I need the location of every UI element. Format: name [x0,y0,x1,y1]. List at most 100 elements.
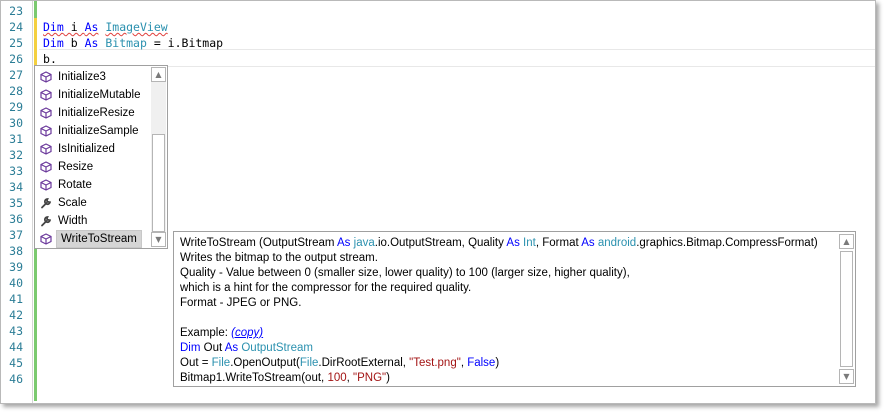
scroll-up-button[interactable]: ▲ [839,234,854,249]
example-keyword: False [467,357,496,369]
autocomplete-item-label: WriteToStream [56,230,142,248]
example-text: Out = [180,357,212,369]
autocomplete-item[interactable]: WriteToStream [36,230,152,248]
method-cube-icon [40,71,52,83]
code-line-25[interactable]: Dim b As Bitmap = i.Bitmap [43,35,223,51]
type-name: ImageView [105,20,168,34]
autocomplete-item-label: Resize [58,161,94,173]
scroll-up-button[interactable]: ▲ [151,67,166,82]
method-cube-icon [40,125,52,137]
keyword-dim: Dim [43,20,64,34]
wrench-icon [40,197,52,209]
line-number: 45 [9,356,23,370]
method-signature: WriteToStream (OutputStream As java.io.O… [180,236,818,251]
signature-keyword: As [581,237,595,249]
line-number: 46 [9,372,23,386]
variable-name: b [63,36,85,50]
line-number: 44 [9,340,23,354]
line-number: 26 [9,52,23,66]
signature-type: java [353,237,375,249]
code-editor-window: 23 24 25 26 27 28 29 30 31 32 33 34 35 3… [0,0,876,404]
autocomplete-item-label: Initialize3 [58,71,106,83]
line-number: 38 [9,244,23,258]
autocomplete-item-label: InitializeSample [58,125,139,137]
documentation-tooltip: WriteToStream (OutputStream As java.io.O… [173,231,856,387]
method-cube-icon [40,179,52,191]
line-number: 30 [9,116,23,130]
line-number: 25 [9,36,23,50]
line-number: 32 [9,148,23,162]
signature-type: android [597,237,637,249]
autocomplete-item[interactable]: IsInitialized [36,140,152,158]
method-cube-icon [40,107,52,119]
saved-change-bar [34,1,37,18]
signature-keyword: As [506,237,520,249]
signature-type: Int [523,237,536,249]
autocomplete-item[interactable]: Resize [36,158,152,176]
example-string: "PNG" [353,372,387,384]
example-keyword: As [224,342,239,354]
variable-name: i [63,20,85,34]
line-number: 43 [9,324,23,338]
line-number: 27 [9,68,23,82]
autocomplete-item-label: InitializeResize [58,107,135,119]
unsaved-change-bar [34,18,37,66]
scroll-down-button[interactable]: ▼ [839,369,854,384]
keyword-as: As [84,36,99,50]
copy-example-link[interactable]: (copy) [231,327,263,339]
example-line-2: Out = File.OpenOutput(File.DirRootExtern… [180,356,499,371]
gutter-separator [32,1,33,403]
line-number: 40 [9,276,23,290]
autocomplete-item[interactable]: InitializeMutable [36,86,152,104]
signature-text: .io.OutputStream, Quality [374,237,507,249]
example-line-1: Dim Out As OutputStream [180,341,313,356]
scrollbar-thumb[interactable] [840,251,853,367]
autocomplete-item[interactable]: InitializeResize [36,104,152,122]
line-number: 28 [9,84,23,98]
line-number: 23 [9,4,23,18]
line-number: 39 [9,260,23,274]
autocomplete-item-label: Width [58,215,88,227]
scroll-down-button[interactable]: ▼ [151,232,166,247]
example-header: Example: (copy) [180,326,263,341]
autocomplete-item[interactable]: InitializeSample [36,122,152,140]
example-text: ) [495,357,500,369]
signature-text: , Format [535,237,582,249]
code-line-24[interactable]: Dim i As ImageView [43,19,168,35]
autocomplete-list[interactable]: ▲ ▼ Initialize3 InitializeMutable Initiali… [34,65,168,249]
autocomplete-item[interactable]: Scale [36,194,152,212]
autocomplete-item-label: IsInitialized [58,143,115,155]
example-text: ) [386,372,390,384]
line-number: 42 [9,308,23,322]
autocomplete-item-label: InitializeMutable [58,89,141,101]
autocomplete-item-label: Scale [58,197,87,209]
code-text: = i.Bitmap [146,36,224,50]
method-cube-icon [40,89,52,101]
line-number: 24 [9,20,23,34]
line-number: 33 [9,164,23,178]
member-access-dot: . [49,52,57,66]
scrollbar-thumb[interactable] [152,134,165,232]
wrench-icon [40,215,52,227]
line-number: 36 [9,212,23,226]
signature-keyword: As [337,237,351,249]
autocomplete-item[interactable]: Initialize3 [36,68,152,86]
tooltip-scrollbar[interactable]: ▲ ▼ [839,234,854,384]
example-type: File [211,357,231,369]
example-number: 100 [327,372,347,384]
autocomplete-item[interactable]: Width [36,212,152,230]
autocomplete-scrollbar[interactable]: ▲ ▼ [151,67,166,247]
example-line-3: Bitmap1.WriteToStream(out, 100, "PNG") [180,371,390,386]
method-cube-icon [40,143,52,155]
autocomplete-item[interactable]: Rotate [36,176,152,194]
type-name: Bitmap [105,36,147,50]
keyword-as: As [84,20,99,34]
method-cube-icon [40,161,52,173]
line-number: 37 [9,228,23,242]
example-text: Bitmap1.WriteToStream(out, [180,372,328,384]
autocomplete-item-label: Rotate [58,179,92,191]
example-type: File [299,357,319,369]
line-number: 41 [9,292,23,306]
description-line: Writes the bitmap to the output stream. [180,252,378,264]
example-keyword: Dim [180,342,201,354]
